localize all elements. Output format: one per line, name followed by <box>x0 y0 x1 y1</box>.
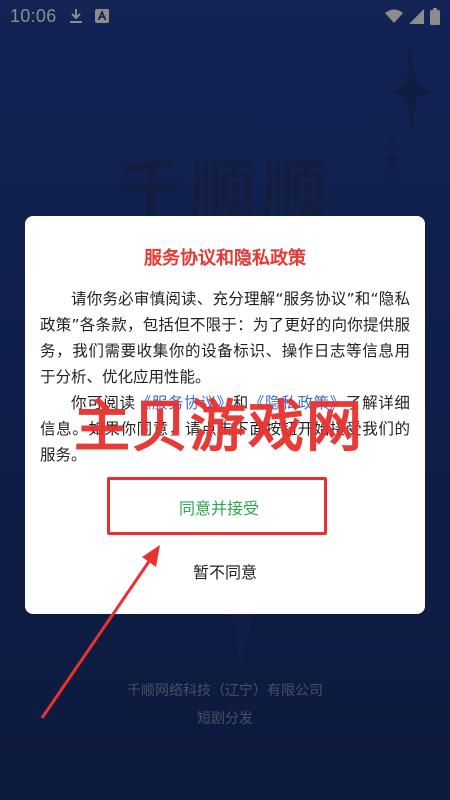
annotation-arrow <box>40 545 160 719</box>
